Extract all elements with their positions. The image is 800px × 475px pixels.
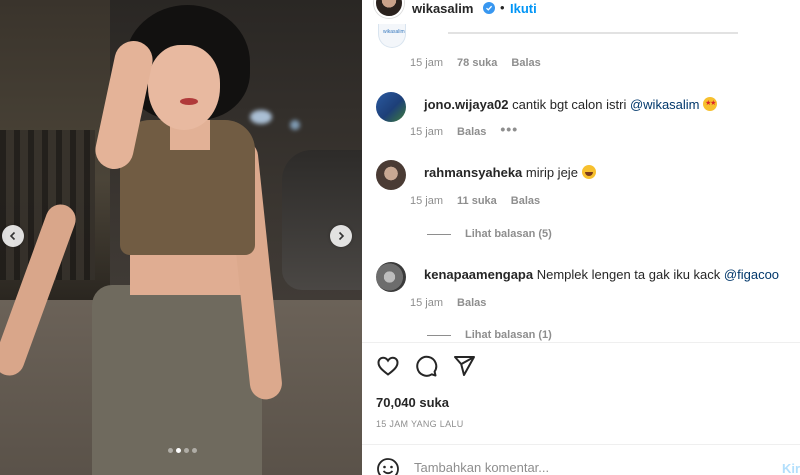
comment-body: Nemplek lengen ta gak iku kack — [536, 267, 721, 282]
view-replies-label: Lihat balasan (1) — [465, 329, 552, 341]
replies-line — [427, 334, 451, 336]
comment-username[interactable]: jono.wijaya02 — [424, 97, 509, 112]
post-header: wikasalim • Ikuti — [362, 0, 800, 20]
background-light — [290, 120, 300, 130]
emoji-icon[interactable] — [376, 457, 400, 475]
add-comment-input[interactable] — [414, 460, 744, 475]
comment-meta: 15 jam Balas ••• — [410, 121, 518, 138]
background-car — [282, 150, 362, 290]
avatar[interactable] — [376, 262, 406, 292]
reply-button[interactable]: Balas — [511, 195, 540, 207]
comment-meta: 15 jam 11 suka Balas — [410, 195, 540, 207]
comment-icon[interactable] — [414, 354, 438, 378]
post-side-panel: wikasalim • Ikuti wikasalim 15 jam 78 su… — [362, 0, 800, 475]
carousel-dot-active — [176, 448, 181, 453]
comment-likes[interactable]: 11 suka — [457, 195, 497, 207]
profile-avatar[interactable] — [374, 0, 404, 18]
post-comment-button[interactable]: Kirim — [782, 461, 800, 475]
reply-button[interactable]: Balas — [457, 126, 486, 138]
truncated-comment-text — [448, 32, 738, 34]
view-replies-button[interactable]: Lihat balasan (1) — [427, 329, 552, 341]
figure-lips — [180, 98, 198, 105]
comment-meta: 15 jam Balas — [410, 297, 486, 309]
partial-comment: wikasalim — [378, 22, 788, 50]
comment-username[interactable]: rahmansyaheka — [424, 165, 522, 180]
comment-text: rahmansyaheka mirip jeje — [424, 165, 596, 180]
comment-username[interactable]: kenapaamengapa — [424, 267, 533, 282]
carousel-dot — [192, 448, 197, 453]
post-image[interactable] — [0, 0, 362, 475]
author-username[interactable]: wikasalim — [412, 1, 473, 16]
post-timestamp: 15 JAM YANG LALU — [376, 419, 464, 429]
carousel-dots — [168, 448, 197, 453]
comment-meta: 15 jam 78 suka Balas — [410, 57, 541, 69]
chevron-left-icon — [9, 231, 16, 241]
header-separator: • — [500, 0, 505, 15]
replies-line — [427, 233, 451, 235]
avatar[interactable]: wikasalim — [378, 24, 406, 48]
likes-count[interactable]: 70,040 suka — [376, 395, 449, 410]
heart-icon[interactable] — [376, 354, 400, 378]
chevron-right-icon — [338, 231, 345, 241]
figure-face — [148, 45, 220, 130]
divider — [362, 444, 800, 445]
carousel-prev-button[interactable] — [2, 225, 24, 247]
comment-mention[interactable]: @figacoo — [724, 267, 779, 282]
comment-likes[interactable]: 78 suka — [457, 57, 497, 69]
figure-pants — [92, 285, 262, 475]
reply-button[interactable]: Balas — [511, 57, 540, 69]
comment-text: kenapaamengapa Nemplek lengen ta gak iku… — [424, 267, 779, 282]
figure-torso — [130, 250, 250, 295]
comment-time: 15 jam — [410, 57, 444, 69]
comment-time: 15 jam — [410, 297, 444, 309]
reply-button[interactable]: Balas — [457, 297, 486, 309]
avatar[interactable] — [376, 92, 406, 122]
divider — [362, 342, 800, 343]
comment-mention[interactable]: @wikasalim — [630, 97, 700, 112]
comment-body: cantik bgt calon istri — [512, 97, 627, 112]
laughing-emoji-icon — [581, 165, 596, 179]
share-icon[interactable] — [452, 354, 476, 378]
verified-badge-icon — [483, 2, 495, 14]
more-options-icon[interactable]: ••• — [500, 121, 518, 138]
carousel-dot — [168, 448, 173, 453]
post-actions — [376, 354, 476, 378]
avatar[interactable] — [376, 160, 406, 190]
star-struck-emoji-icon — [703, 97, 718, 111]
carousel-dot — [184, 448, 189, 453]
avatar-text: wikasalim — [383, 29, 405, 35]
comment-text: jono.wijaya02 cantik bgt calon istri @wi… — [424, 97, 718, 112]
comments-list[interactable]: wikasalim 15 jam 78 suka Balas jono.wija… — [362, 22, 800, 342]
comment-time: 15 jam — [410, 195, 444, 207]
view-replies-label: Lihat balasan (5) — [465, 228, 552, 240]
comment-time: 15 jam — [410, 126, 444, 138]
view-replies-button[interactable]: Lihat balasan (5) — [427, 228, 552, 240]
carousel-next-button[interactable] — [330, 225, 352, 247]
follow-button[interactable]: Ikuti — [510, 1, 537, 16]
background-light — [250, 110, 272, 124]
comment-body: mirip jeje — [525, 165, 578, 180]
